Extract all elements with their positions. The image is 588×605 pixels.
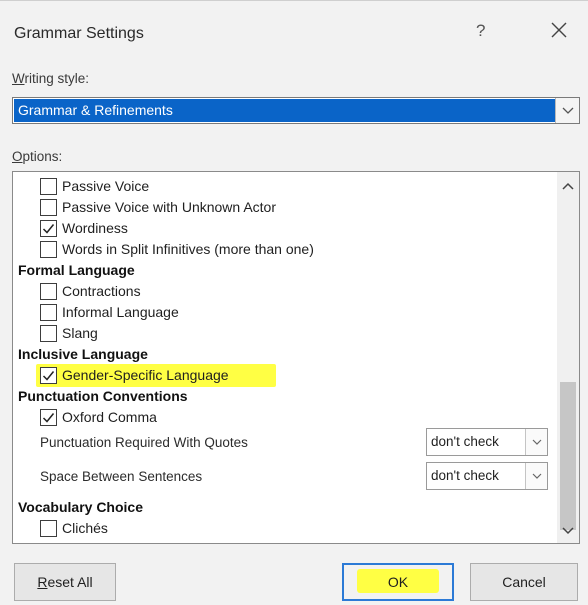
help-button[interactable]: ?	[476, 21, 485, 41]
chevron-down-icon	[562, 527, 574, 535]
option-label: Clichés	[62, 520, 108, 536]
space-between-sentences-select[interactable]: don't check	[426, 462, 548, 490]
writing-style-label: Writing style:	[12, 71, 90, 86]
chevron-down-icon	[562, 107, 574, 114]
writing-style-dropdown-arrow[interactable]	[555, 98, 579, 123]
space-between-sentences-label: Space Between Sentences	[40, 469, 203, 484]
chevron-up-icon	[562, 182, 574, 190]
option-label: Passive Voice	[62, 178, 150, 194]
heading-formal-language: Formal Language	[18, 262, 135, 278]
grammar-settings-dialog: Grammar Settings ? Writing style: Gramma…	[0, 0, 588, 605]
option-label: Slang	[62, 325, 98, 341]
checkbox[interactable]	[40, 178, 57, 195]
option-label: Contractions	[62, 283, 141, 299]
reset-all-button[interactable]: Reset All	[14, 563, 116, 601]
heading-vocabulary-choice: Vocabulary Choice	[18, 499, 144, 515]
option-label: Wordiness	[62, 220, 128, 236]
select-value: don't check	[431, 468, 499, 483]
select-arrow[interactable]	[525, 463, 547, 489]
chevron-down-icon	[532, 473, 542, 479]
scrollbar-thumb[interactable]	[560, 382, 576, 530]
checkbox[interactable]	[40, 367, 57, 384]
checkmark-icon	[42, 224, 55, 234]
ok-button[interactable]: OK	[342, 563, 454, 601]
checkbox[interactable]	[40, 199, 57, 216]
option-label: Passive Voice with Unknown Actor	[62, 199, 276, 215]
select-arrow[interactable]	[525, 429, 547, 455]
heading-inclusive-language: Inclusive Language	[18, 346, 148, 362]
checkbox[interactable]	[40, 283, 57, 300]
option-label: Oxford Comma	[62, 409, 157, 425]
select-value: don't check	[431, 434, 499, 449]
scroll-up-button[interactable]	[557, 176, 579, 196]
checkbox[interactable]	[40, 304, 57, 321]
options-list[interactable]: Passive Voice Passive Voice with Unknown…	[12, 171, 580, 544]
punctuation-quotes-label: Punctuation Required With Quotes	[40, 435, 248, 450]
checkbox[interactable]	[40, 325, 57, 342]
checkbox[interactable]	[40, 520, 57, 537]
scroll-down-button[interactable]	[557, 521, 579, 541]
punctuation-quotes-select[interactable]: don't check	[426, 428, 548, 456]
close-button[interactable]	[546, 17, 572, 43]
option-label: Gender-Specific Language	[62, 367, 229, 383]
checkmark-icon	[42, 371, 55, 381]
checkbox[interactable]	[40, 241, 57, 258]
writing-style-select[interactable]: Grammar & Refinements	[12, 97, 580, 124]
dialog-title: Grammar Settings	[14, 25, 144, 42]
cancel-button[interactable]: Cancel	[470, 563, 578, 601]
writing-style-selected-value: Grammar & Refinements	[14, 99, 555, 122]
option-label: Words in Split Infinitives (more than on…	[62, 241, 314, 257]
options-label: Options:	[12, 149, 63, 164]
heading-punctuation-conventions: Punctuation Conventions	[18, 388, 188, 404]
close-icon	[551, 22, 567, 38]
checkbox[interactable]	[40, 409, 57, 426]
checkmark-icon	[42, 413, 55, 423]
option-label: Informal Language	[62, 304, 179, 320]
title-bar: Grammar Settings ?	[0, 1, 588, 53]
checkbox[interactable]	[40, 220, 57, 237]
options-scrollbar[interactable]	[557, 172, 579, 543]
chevron-down-icon	[532, 439, 542, 445]
